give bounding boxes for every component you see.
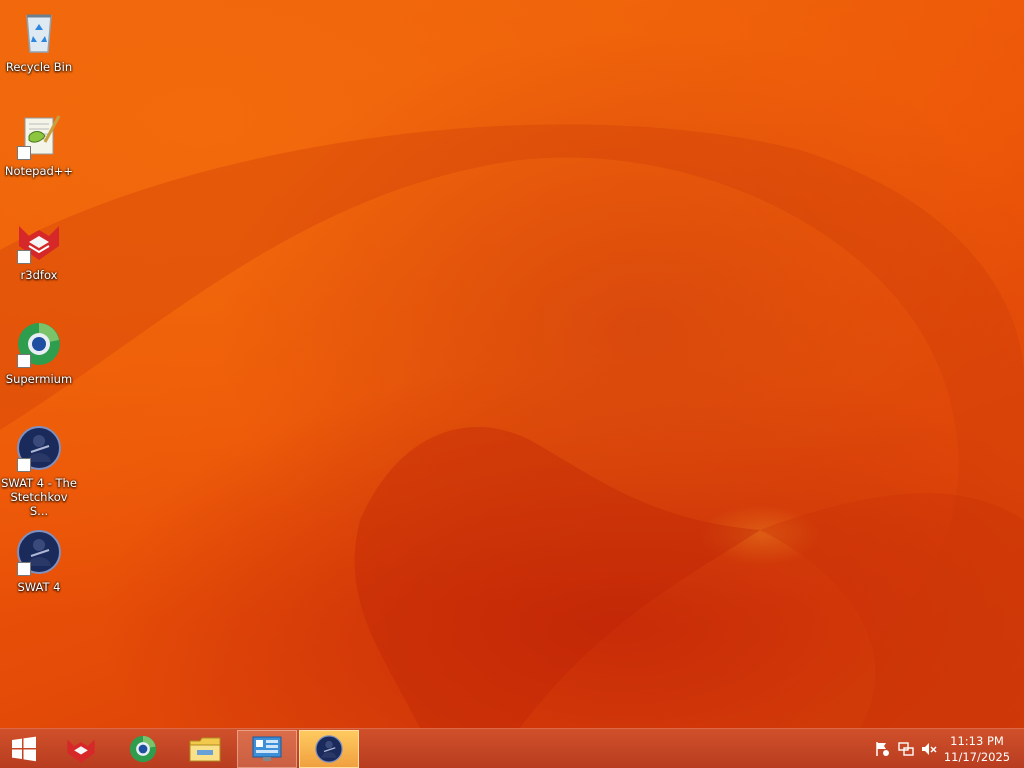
start-button[interactable] <box>0 730 48 768</box>
taskbar-r3dfox[interactable] <box>51 730 111 768</box>
shortcut-arrow-icon <box>17 458 31 472</box>
swat4-icon <box>15 528 63 576</box>
desktop-icon-label: SWAT 4 - The Stetchkov S... <box>1 476 77 518</box>
swat4-expansion-icon <box>15 424 63 472</box>
windows-start-icon <box>12 736 36 762</box>
desktop-icon-label: r3dfox <box>20 268 58 282</box>
supermium-icon <box>15 320 63 368</box>
r3dfox-icon <box>67 739 95 763</box>
swat4-icon <box>315 735 343 763</box>
shortcut-arrow-icon <box>17 250 31 264</box>
taskbar-swat4[interactable] <box>299 730 359 768</box>
desktop-icon-label: Supermium <box>5 372 73 386</box>
volume-muted-icon[interactable] <box>920 741 938 757</box>
recycle-bin-icon <box>15 8 63 56</box>
clock-date: 11/17/2025 <box>943 750 1011 764</box>
wallpaper-swirl <box>0 124 1024 728</box>
shortcut-arrow-icon <box>17 146 31 160</box>
taskbar-supermium[interactable] <box>113 730 173 768</box>
desktop-icon-recycle-bin[interactable]: Recycle Bin <box>0 4 78 100</box>
control-panel-icon <box>252 736 282 761</box>
taskbar: 11:13 PM 11/17/2025 <box>0 728 1024 768</box>
action-center-flag-icon[interactable] <box>873 741 891 757</box>
desktop-icon-label: SWAT 4 <box>17 580 61 594</box>
desktop-icon-swat4[interactable]: SWAT 4 <box>0 524 78 620</box>
notepadpp-icon <box>15 112 63 160</box>
supermium-icon <box>129 735 157 763</box>
desktop[interactable]: Recycle Bin Notepad++ r3dfox Supermium S… <box>0 0 1024 728</box>
desktop-icon-notepadpp[interactable]: Notepad++ <box>0 108 78 204</box>
clock-time: 11:13 PM <box>950 734 1004 748</box>
desktop-icon-supermium[interactable]: Supermium <box>0 316 78 412</box>
system-clock[interactable]: 11:13 PM 11/17/2025 <box>942 733 1012 765</box>
desktop-icon-label: Notepad++ <box>4 164 74 178</box>
shortcut-arrow-icon <box>17 354 31 368</box>
desktop-icon-swat4-expansion[interactable]: SWAT 4 - The Stetchkov S... <box>0 420 78 518</box>
desktop-icon-label: Recycle Bin <box>5 60 73 74</box>
r3dfox-icon <box>15 216 63 264</box>
file-explorer-icon <box>189 737 221 762</box>
shortcut-arrow-icon <box>17 562 31 576</box>
taskbar-control-panel[interactable] <box>237 730 297 768</box>
desktop-icon-r3dfox[interactable]: r3dfox <box>0 212 78 308</box>
network-icon[interactable] <box>897 741 915 757</box>
taskbar-file-explorer[interactable] <box>175 730 235 768</box>
